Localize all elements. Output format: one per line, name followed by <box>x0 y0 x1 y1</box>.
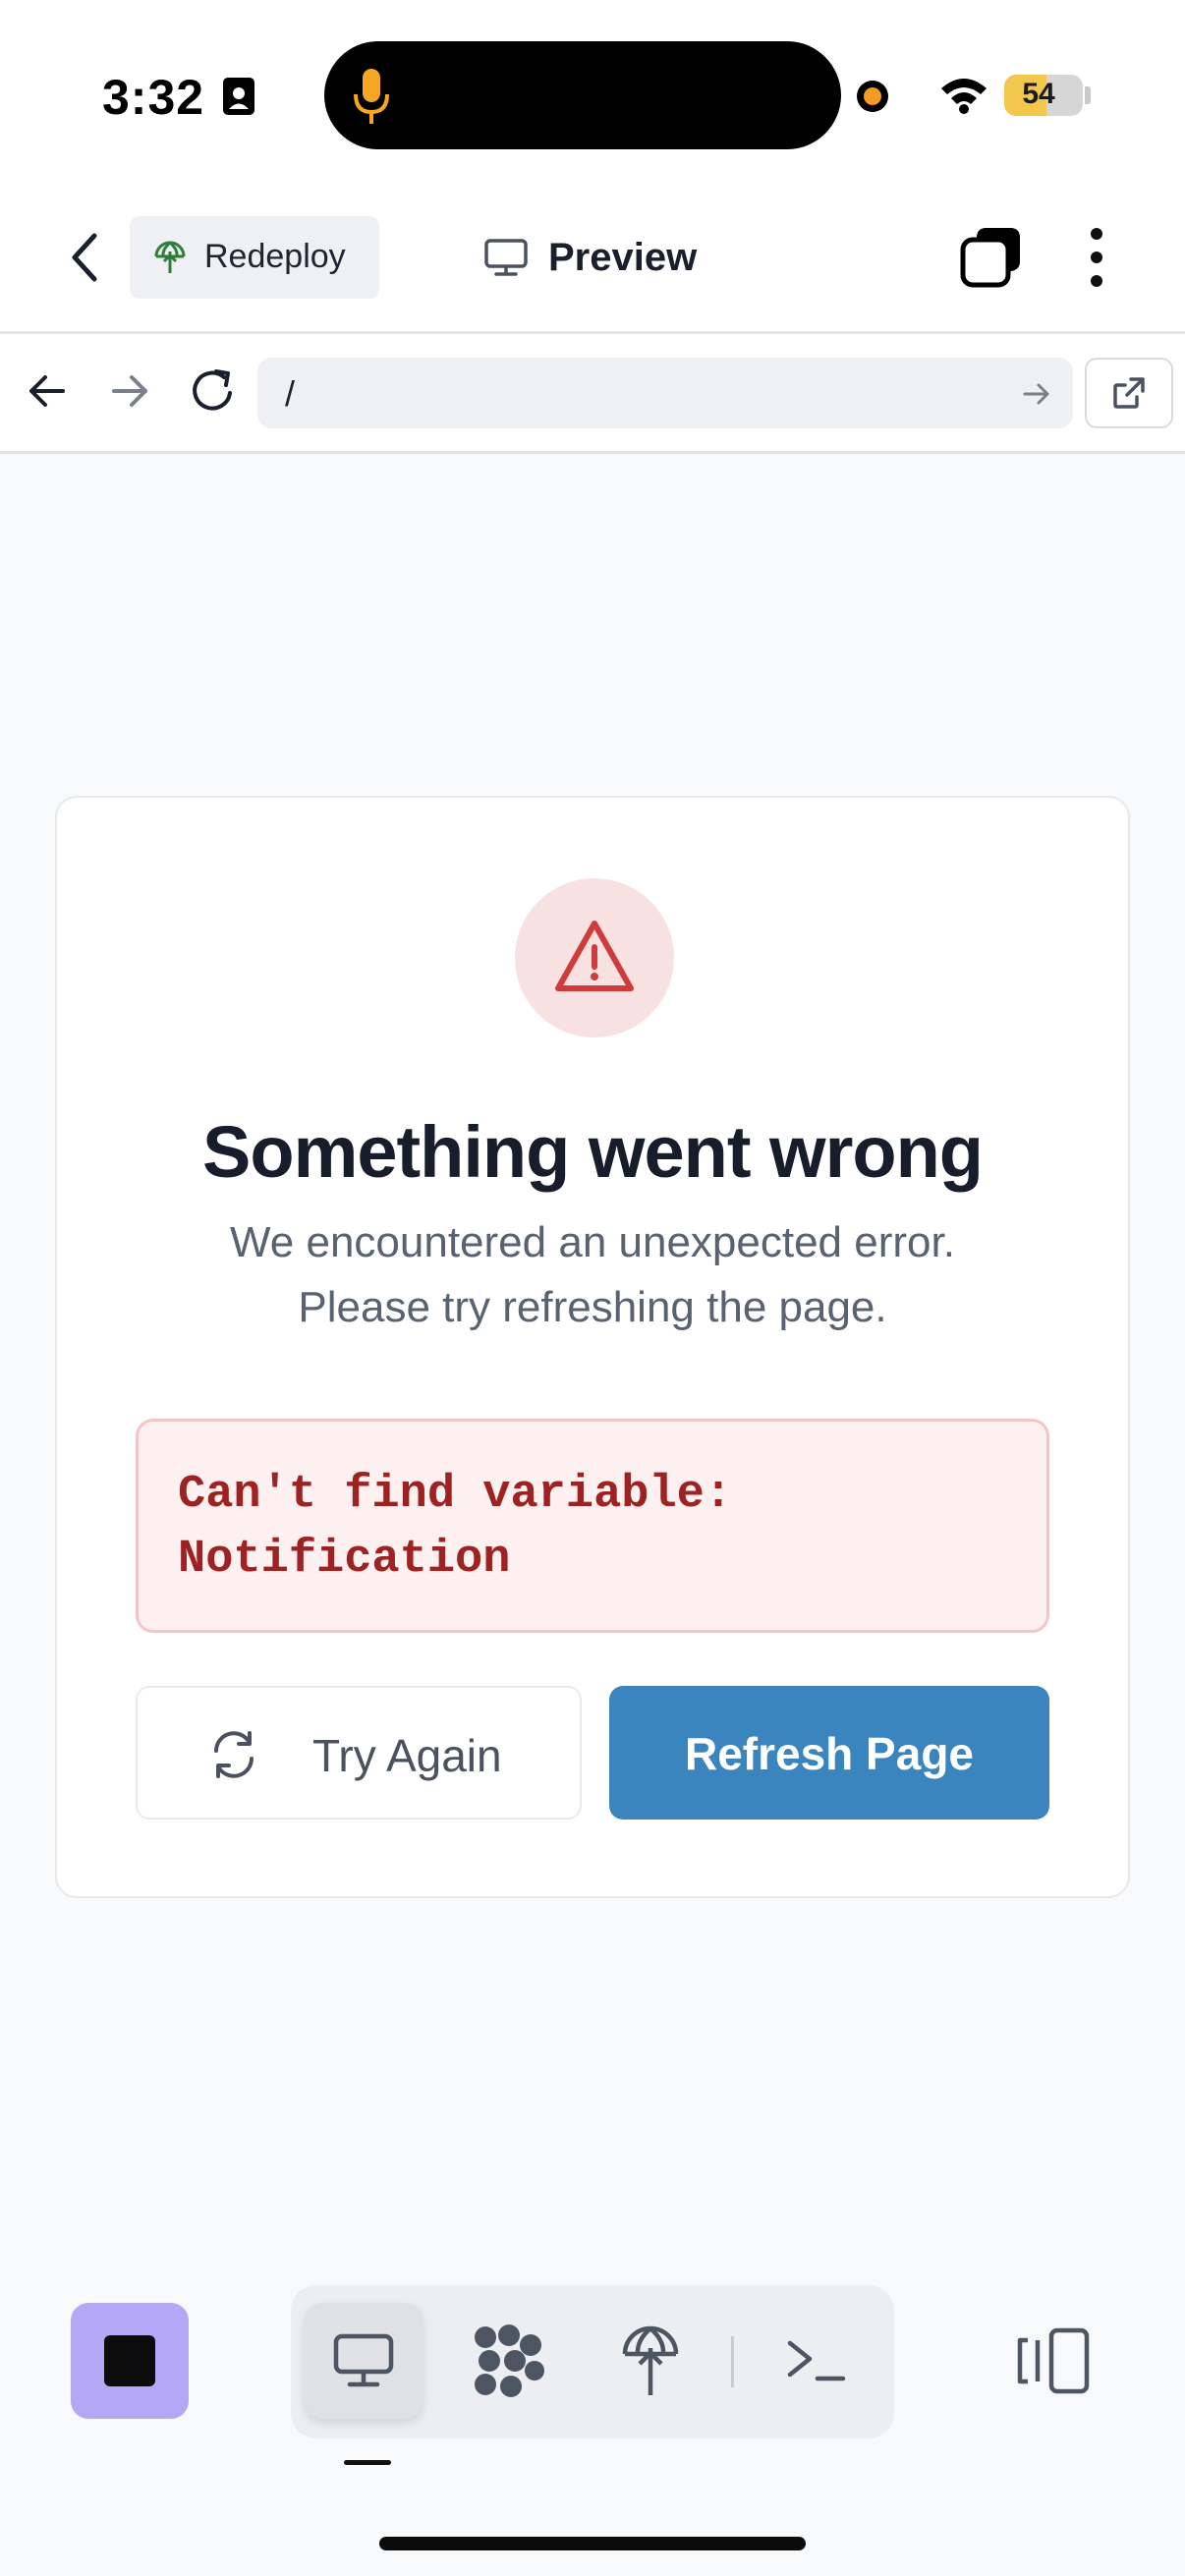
battery-percent: 54 <box>1022 78 1055 110</box>
deploy-icon <box>622 2325 679 2395</box>
error-card: Something went wrong We encountered an u… <box>55 796 1130 1898</box>
stop-button[interactable] <box>71 2303 189 2419</box>
home-indicator[interactable] <box>379 2537 806 2550</box>
graph-mode-button[interactable] <box>450 2303 568 2419</box>
nodes-icon <box>475 2324 544 2397</box>
error-description: We encountered an unexpected error. Plea… <box>57 1210 1128 1340</box>
chevron-left-icon <box>72 233 97 282</box>
mode-divider <box>731 2336 734 2387</box>
error-message-box: Can't find variable: Notification <box>136 1419 1049 1633</box>
panel-toggle-button[interactable] <box>1016 2326 1091 2395</box>
try-again-button[interactable]: Try Again <box>136 1686 582 1820</box>
wifi-icon <box>941 79 987 114</box>
reload-button[interactable] <box>185 362 240 419</box>
microphone-icon <box>354 69 389 124</box>
arrow-right-icon <box>112 375 147 407</box>
back-button[interactable] <box>53 226 116 289</box>
recording-indicator <box>857 81 888 112</box>
active-mode-indicator <box>344 2460 391 2465</box>
refresh-page-label: Refresh Page <box>684 1728 974 1779</box>
battery-tip <box>1085 86 1091 104</box>
refresh-icon <box>214 1731 254 1778</box>
preview-title: Preview <box>483 226 697 289</box>
redeploy-button[interactable]: Redeploy <box>130 216 379 299</box>
open-external-button[interactable] <box>1085 358 1173 428</box>
battery-indicator: 54 <box>1004 75 1083 116</box>
terminal-icon <box>787 2340 846 2381</box>
redeploy-label: Redeploy <box>204 238 346 275</box>
mode-switcher <box>291 2285 894 2438</box>
nav-forward-button[interactable] <box>102 364 157 419</box>
url-text: / <box>285 373 296 414</box>
tabs-icon <box>960 228 1020 288</box>
page-title: Preview <box>548 235 698 279</box>
arrow-left-icon <box>29 375 65 407</box>
warning-icon <box>555 921 634 991</box>
warning-badge <box>515 878 674 1037</box>
more-options-button[interactable] <box>1073 226 1120 289</box>
error-message: Can't find variable: Notification <box>178 1469 733 1586</box>
external-link-icon <box>1113 377 1145 409</box>
id-badge-icon <box>223 78 254 115</box>
deploy-icon <box>154 241 186 273</box>
dynamic-island <box>324 41 841 149</box>
url-input[interactable]: / <box>257 358 1073 428</box>
app-header: Redeploy Preview <box>0 187 1185 334</box>
status-bar: 3:32 54 <box>0 0 1185 187</box>
error-title: Something went wrong <box>202 1111 984 1193</box>
shell-mode-button[interactable] <box>757 2303 875 2419</box>
nav-back-button[interactable] <box>20 364 75 419</box>
error-description-line-2: Please try refreshing the page. <box>298 1283 887 1331</box>
deploy-mode-button[interactable] <box>592 2303 709 2419</box>
more-vertical-icon <box>1091 228 1102 287</box>
error-description-line-1: We encountered an unexpected error. <box>230 1218 955 1266</box>
side-panel-icon <box>1017 2327 1090 2394</box>
go-arrow-icon[interactable] <box>1020 377 1053 411</box>
tabs-button[interactable] <box>959 224 1024 289</box>
monitor-icon <box>333 2333 394 2387</box>
reload-icon <box>193 369 232 411</box>
status-time: 3:32 <box>102 70 205 125</box>
url-bar: / <box>0 334 1185 454</box>
try-again-label: Try Again <box>312 1730 502 1781</box>
monitor-icon <box>484 239 528 276</box>
preview-mode-button[interactable] <box>305 2303 423 2419</box>
refresh-page-button[interactable]: Refresh Page <box>609 1686 1049 1820</box>
